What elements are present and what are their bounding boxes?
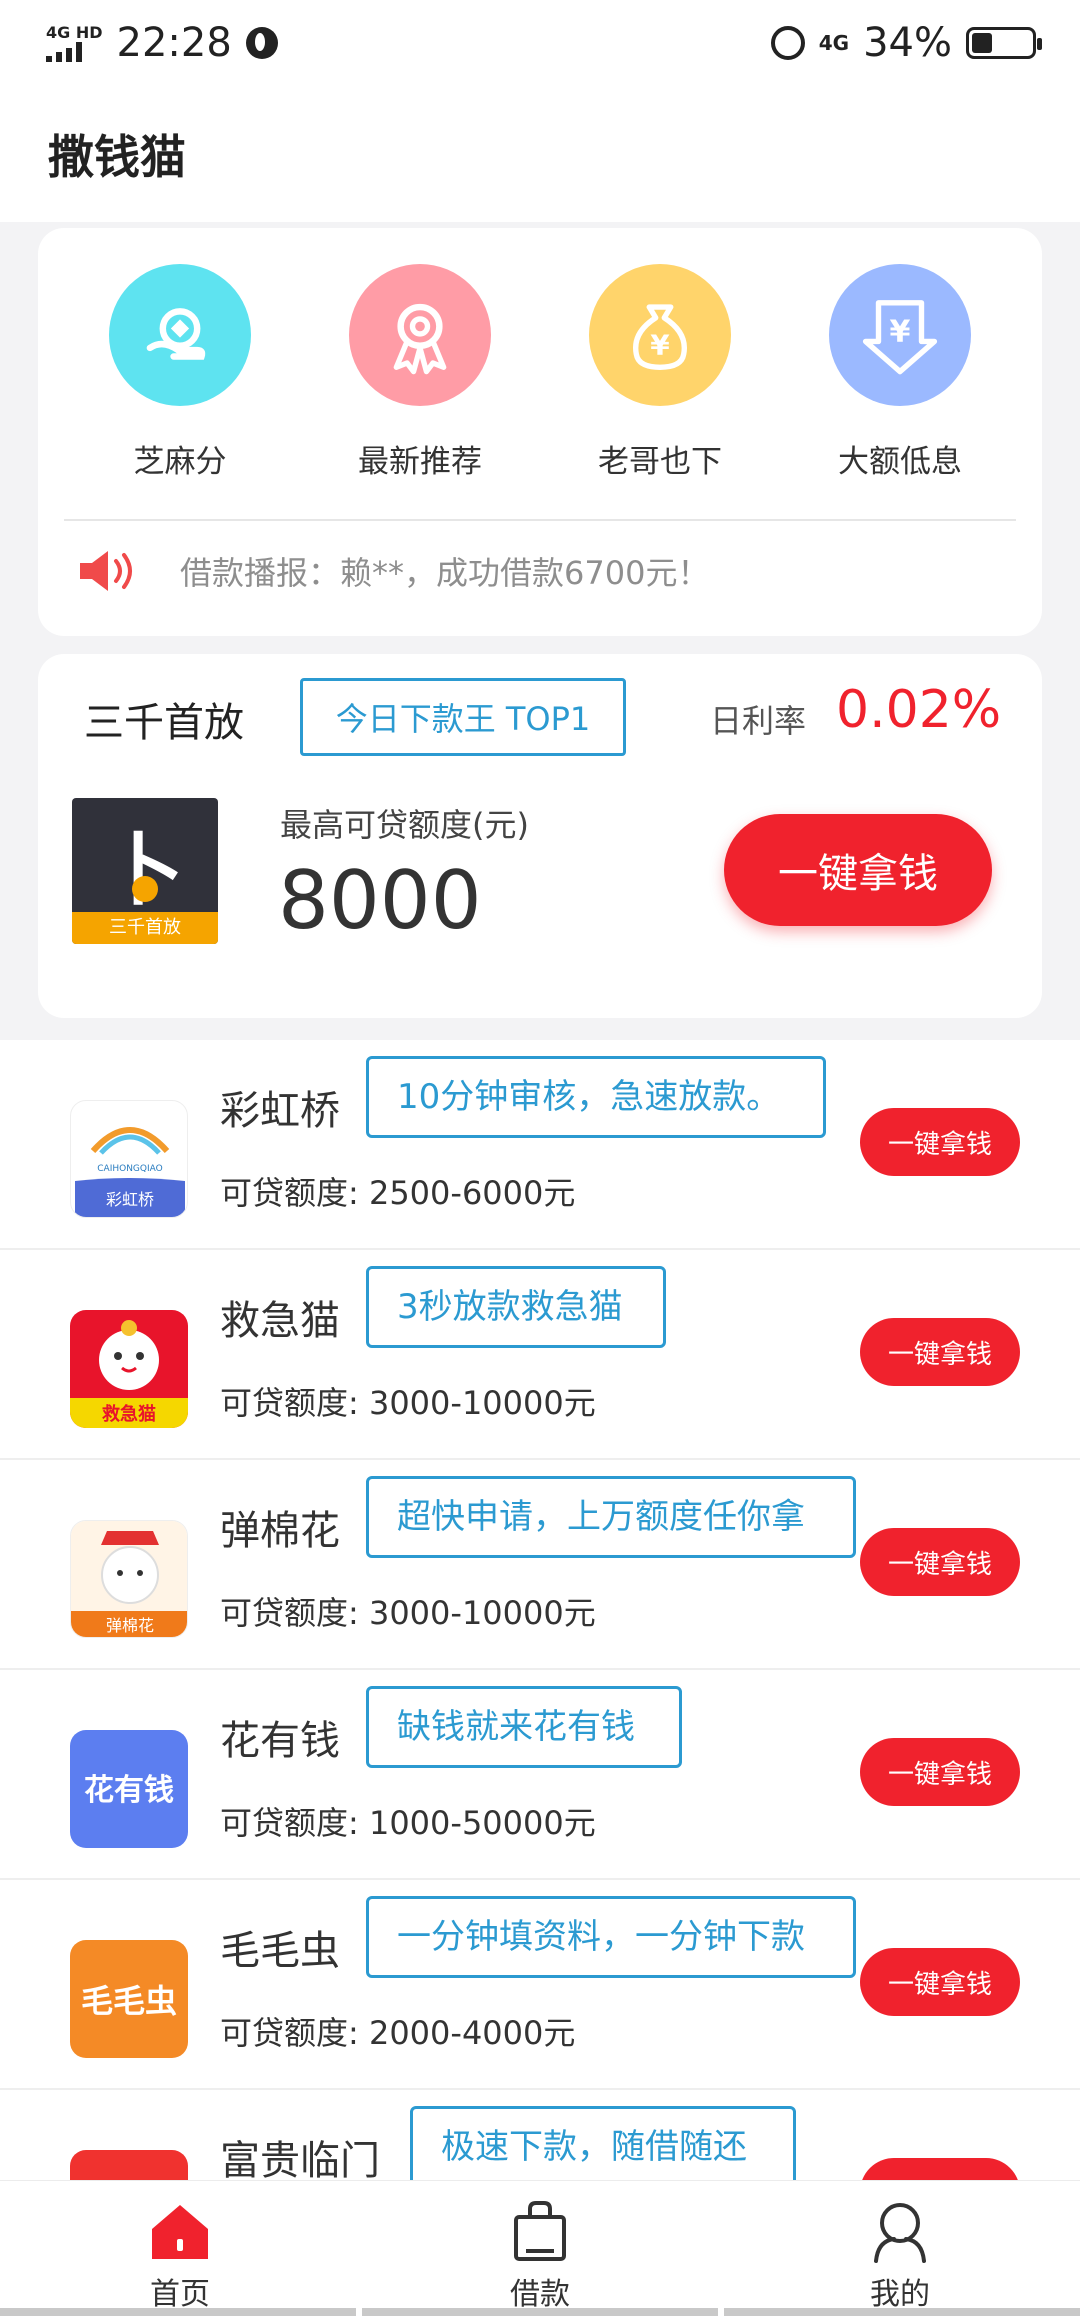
list-item[interactable]: 毛毛虫 毛毛虫 一分钟填资料，一分钟下款 可贷额度: 2000-4000元 一键… [0,1880,1080,2090]
get-money-button[interactable] [860,2158,1020,2180]
alarm-icon [770,26,805,60]
product-logo [70,2150,188,2180]
product-name: 富贵临门 [220,2138,380,2180]
signal-icon: 4G HD [46,24,103,62]
home-icon [152,2205,208,2259]
quick-entry-label: 老哥也下 [598,444,722,480]
loan-broadcast: 借款播报：赖**，成功借款6700元！ [38,521,1042,595]
featured-name: 三千首放 [84,700,244,746]
rate-label: 日利率 [710,702,807,740]
featured-logo-band: 三千首放 [72,912,218,944]
yen-shield-icon: ¥ [829,264,971,406]
product-name: 彩虹桥 [220,1088,340,1134]
globe-icon [245,27,278,59]
logo-text: 弹棉花 [106,1616,154,1635]
product-name: 花有钱 [220,1718,340,1764]
ribbon-award-icon [349,264,491,406]
battery-percent: 34% [863,20,952,66]
network-4g-label: 4G [818,31,850,55]
list-item[interactable]: 弹棉花 弹棉花 超快申请，上万额度任你拿 可贷额度: 3000-10000元 一… [0,1460,1080,1670]
featured-logo: ⼘ 三千首放 [72,798,218,944]
nav-label: 借款 [510,2277,570,2312]
quick-entry-label: 最新推荐 [358,444,482,480]
speaker-icon [80,551,132,591]
clock: 22:28 [116,20,232,66]
broadcast-text: 借款播报：赖**，成功借款6700元！ [180,554,710,592]
status-bar: 4G HD 22:28 4G 34% [0,0,1080,86]
product-logo: 救急猫 [70,1310,188,1428]
product-name: 弹棉花 [220,1508,340,1554]
get-money-button[interactable]: 一键拿钱 [860,1318,1020,1386]
get-money-button[interactable]: 一键拿钱 [860,1948,1020,2016]
list-item[interactable]: 救急猫 救急猫 3秒放款救急猫 可贷额度: 3000-10000元 一键拿钱 [0,1250,1080,1460]
product-logo: 毛毛虫 [70,1940,188,2058]
product-logo: CAIHONGQIAO 彩虹桥 [70,1100,188,1218]
quick-entry-zhima[interactable]: 芝麻分 [80,264,280,481]
logo-text: 毛毛虫 [81,1982,177,2020]
nav-label: 我的 [870,2277,930,2312]
nav-label: 首页 [150,2277,210,2312]
get-money-button[interactable]: 一键拿钱 [860,1738,1020,1806]
bag-icon [514,2201,566,2261]
product-tag: 一分钟填资料，一分钟下款 [366,1896,856,1978]
quick-entry-laoge[interactable]: ¥ 老哥也下 [560,264,760,481]
product-amount: 可贷额度: 1000-50000元 [220,1804,596,1842]
nav-home[interactable]: 首页 [0,2181,360,2316]
product-list: CAIHONGQIAO 彩虹桥 彩虹桥 10分钟审核，急速放款。 可贷额度: 2… [0,1040,1080,2180]
product-amount: 可贷额度: 2500-6000元 [220,1174,576,1212]
product-amount: 可贷额度: 3000-10000元 [220,1594,596,1632]
battery-icon [966,27,1042,59]
list-item[interactable]: 富贵临门 极速下款，随借随还 [0,2090,1080,2180]
network-label: 4G HD [46,23,103,42]
quick-entry-label: 大额低息 [838,444,962,480]
product-tag: 缺钱就来花有钱 [366,1686,682,1768]
rate-value: 0.02% [836,680,1002,740]
money-bag-icon: ¥ [589,264,731,406]
product-tag: 3秒放款救急猫 [366,1266,666,1348]
page-title: 撒钱猫 [48,130,186,184]
product-amount: 可贷额度: 3000-10000元 [220,1384,596,1422]
featured-tag: 今日下款王 TOP1 [300,678,626,756]
coin-hand-icon [109,264,251,406]
featured-logo-glyph: ⼘ [105,826,184,916]
logo-text: 彩虹桥 [106,1190,154,1209]
featured-product-card[interactable]: 三千首放 今日下款王 TOP1 日利率 0.02% ⼘ 三千首放 最高可贷额度(… [38,654,1042,1018]
logo-text: 花有钱 [84,1773,174,1808]
quick-entry-row: 芝麻分 最新推荐 ¥ 老哥也下 ¥ 大额低息 [38,228,1042,481]
logo-text: 救急猫 [102,1403,156,1425]
quick-entry-label: 芝麻分 [133,444,227,480]
product-tag: 超快申请，上万额度任你拿 [366,1476,856,1558]
logo-subtext: CAIHONGQIAO [97,1164,162,1174]
product-name: 毛毛虫 [220,1928,340,1974]
app-header: 撒钱猫 [0,86,1080,222]
product-logo: 花有钱 [70,1730,188,1848]
quick-entry-large[interactable]: ¥ 大额低息 [800,264,1000,481]
limit-label: 最高可贷额度(元) [280,806,529,844]
limit-value: 8000 [278,854,482,947]
quick-entry-card: 芝麻分 最新推荐 ¥ 老哥也下 ¥ 大额低息 借款播报：赖**，成功借款6700… [38,228,1042,636]
get-money-button[interactable]: 一键拿钱 [860,1108,1020,1176]
quick-entry-latest[interactable]: 最新推荐 [320,264,520,481]
svg-text:¥: ¥ [890,314,911,349]
product-logo: 弹棉花 [70,1520,188,1638]
gesture-bar [0,2308,1080,2316]
product-amount: 可贷额度: 2000-4000元 [220,2014,576,2052]
status-left: 4G HD 22:28 [46,20,278,66]
status-right: 4G 34% [770,20,1042,66]
product-tag: 10分钟审核，急速放款。 [366,1056,826,1138]
get-money-button[interactable]: 一键拿钱 [860,1528,1020,1596]
list-item[interactable]: 花有钱 花有钱 缺钱就来花有钱 可贷额度: 1000-50000元 一键拿钱 [0,1670,1080,1880]
bottom-nav: 首页 借款 我的 [0,2180,1080,2316]
user-icon [874,2203,926,2263]
product-tag: 极速下款，随借随还 [410,2106,796,2180]
nav-mine[interactable]: 我的 [720,2181,1080,2316]
get-money-button[interactable]: 一键拿钱 [724,814,992,926]
svg-text:¥: ¥ [650,328,670,361]
product-name: 救急猫 [220,1298,340,1344]
coin-icon [132,876,158,902]
nav-loan[interactable]: 借款 [360,2181,720,2316]
list-item[interactable]: CAIHONGQIAO 彩虹桥 彩虹桥 10分钟审核，急速放款。 可贷额度: 2… [0,1040,1080,1250]
